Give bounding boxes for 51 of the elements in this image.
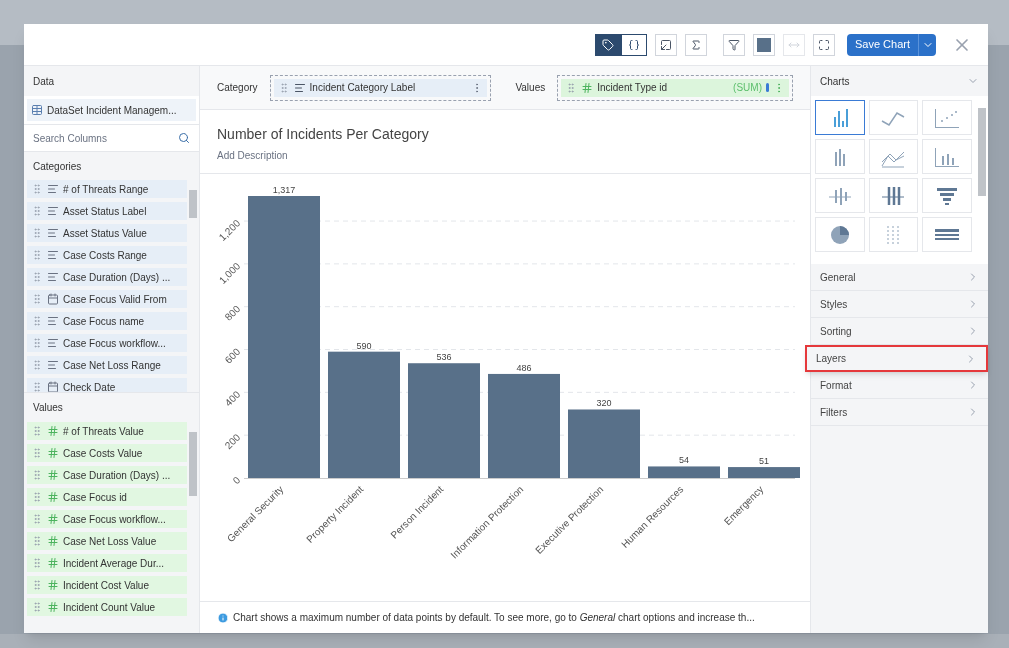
y-axis-label: 0 (230, 474, 243, 487)
y-axis-label: 200 (222, 431, 243, 452)
data-label: 1,317 (272, 185, 296, 195)
y-axis-label: 800 (222, 303, 243, 323)
options-section-item[interactable]: Styles (811, 291, 988, 318)
options-section-item[interactable]: General (811, 264, 988, 291)
category-column-item[interactable]: Case Focus name (27, 312, 187, 330)
dataset-selector[interactable]: DataSet Incident Managem... (27, 99, 196, 121)
field-name: Incident Type id (597, 81, 669, 95)
value-column-item[interactable]: Case Duration (Days) ... (27, 466, 187, 484)
value-column-item[interactable]: Incident Average Dur... (27, 554, 187, 572)
panel-title: Data (32, 74, 56, 89)
category-label: Category (217, 81, 258, 95)
data-label: 320 (596, 398, 612, 409)
aggregation-label: (SUM) (733, 81, 762, 95)
data-label: 51 (759, 456, 769, 467)
values-label: Values (515, 81, 546, 95)
search-field[interactable]: Search Columns (24, 124, 199, 152)
category-column-item[interactable]: Case Costs Range (27, 246, 187, 264)
y-axis-label: 600 (222, 346, 243, 366)
category-column-item[interactable]: # of Threats Range (27, 180, 187, 198)
search-input[interactable]: Search Columns (33, 130, 178, 146)
data-label: 536 (436, 352, 452, 363)
description-field[interactable]: Add Description (217, 148, 793, 163)
chart-title[interactable]: Number of Incidents Per Category (217, 124, 793, 145)
category-column-item[interactable]: Case Duration (Days) ... (27, 268, 187, 286)
field-name: Incident Category Label (309, 81, 417, 95)
value-column-item[interactable]: # of Threats Value (27, 422, 187, 440)
category-column-item[interactable]: Case Net Loss Range (27, 356, 187, 374)
category-column-item[interactable]: Case Focus workflow... (27, 334, 187, 352)
value-column-item[interactable]: Incident Count Value (27, 598, 187, 616)
section-title: Categories (32, 159, 83, 174)
value-column-item[interactable]: Case Focus workflow... (27, 510, 187, 528)
data-label: 590 (356, 340, 372, 351)
y-axis-label: 400 (222, 388, 243, 409)
options-section-item[interactable]: Filters (811, 399, 988, 426)
options-section-item[interactable]: Format (811, 372, 988, 399)
value-column-item[interactable]: Case Focus id (27, 488, 187, 506)
value-column-item[interactable]: Case Net Loss Value (27, 532, 187, 550)
category-column-item[interactable]: Case Focus Valid From (27, 290, 187, 308)
options-section-item[interactable]: Layers (805, 345, 988, 372)
category-column-item[interactable]: Asset Status Label (27, 202, 187, 220)
category-column-item[interactable]: Asset Status Value (27, 224, 187, 242)
value-column-item[interactable]: Incident Cost Value (27, 576, 187, 594)
data-label: 54 (679, 455, 689, 466)
notice-text: Chart shows a maximum number of data points by default. To see more, go to General chart options and increase th... (233, 611, 755, 625)
data-label: 486 (516, 362, 532, 373)
category-column-item[interactable]: Check Date (27, 378, 187, 392)
panel-title: Charts (820, 74, 850, 89)
save-chart-button[interactable]: Save Chart (846, 33, 918, 56)
value-column-item[interactable]: Case Costs Value (27, 444, 187, 462)
